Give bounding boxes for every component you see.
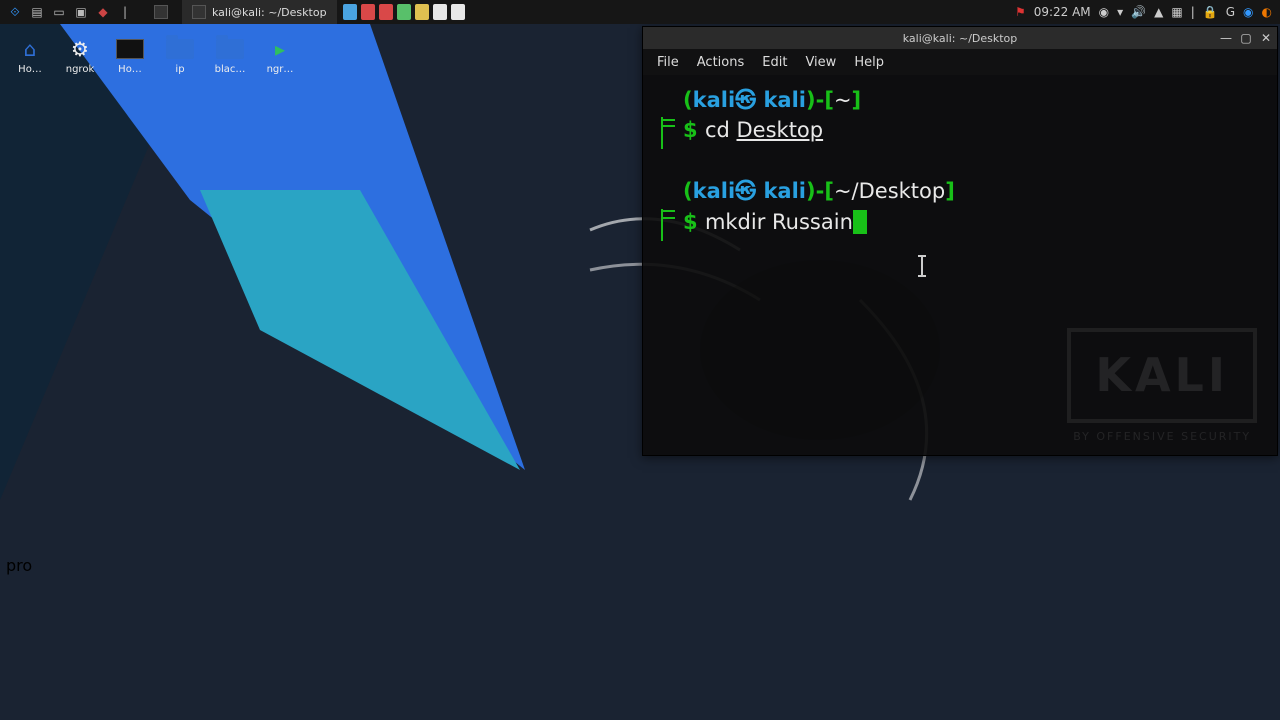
firefox-icon[interactable]: ◐ <box>1262 5 1272 19</box>
menu-view[interactable]: View <box>805 55 836 70</box>
terminal-icon <box>192 5 206 19</box>
window-titlebar[interactable]: kali@kali: ~/Desktop — ▢ ✕ <box>643 27 1277 49</box>
desktop-icon-label: Ho… <box>18 64 42 75</box>
menu-help[interactable]: Help <box>854 55 884 70</box>
desktop-icon[interactable]: ⌂Ho… <box>6 36 54 75</box>
wifi-icon[interactable]: ▾ <box>1117 5 1123 19</box>
record-icon[interactable]: ◉ <box>1099 5 1109 19</box>
terminal-icon <box>154 5 168 19</box>
menu-actions[interactable]: Actions <box>697 55 745 70</box>
window-title: kali@kali: ~/Desktop <box>903 32 1018 45</box>
doc-icon[interactable] <box>397 4 411 20</box>
top-panel: ⟐ ▤ ▭ ▣ ◆ | kali@kali: ~/Desktop ⚑ 09:22… <box>0 0 1280 24</box>
volume-icon[interactable]: 🔊 <box>1131 5 1146 19</box>
system-tray: ⚑ 09:22 AM ◉ ▾ 🔊 ▲ ▦ | 🔒 G ◉ ◐ <box>1007 5 1280 19</box>
lock-icon[interactable]: 🔒 <box>1203 5 1218 19</box>
close-button[interactable]: ✕ <box>1259 31 1273 45</box>
terminal-menubar: File Actions Edit View Help <box>643 49 1277 75</box>
menu-file[interactable]: File <box>657 55 679 70</box>
flag-icon[interactable]: ⚑ <box>1015 5 1026 19</box>
cursor <box>853 210 867 234</box>
menu-edit[interactable]: Edit <box>762 55 787 70</box>
desktop-icon[interactable]: Ho… <box>106 36 154 75</box>
separator-icon: | <box>116 3 134 21</box>
doc-icon[interactable] <box>379 4 393 20</box>
taskbar-entry-active[interactable]: kali@kali: ~/Desktop <box>182 0 337 24</box>
app-icon[interactable]: ◆ <box>94 3 112 21</box>
doc-icon[interactable] <box>415 4 429 20</box>
text-cursor-ibeam <box>921 257 923 275</box>
app-icon[interactable]: ▭ <box>50 3 68 21</box>
desktop-icon-label: Ho… <box>118 64 142 75</box>
desktop-icon[interactable]: ⚙ngrok <box>56 36 104 75</box>
g-icon[interactable]: G <box>1226 5 1235 19</box>
desktop-icon[interactable]: ▸ngr… <box>256 36 304 75</box>
desktop-icon[interactable]: ip <box>156 36 204 75</box>
app-icon[interactable]: ▣ <box>72 3 90 21</box>
doc-icon[interactable] <box>451 4 465 20</box>
doc-icon[interactable] <box>343 4 357 20</box>
apps-icon[interactable]: ▦ <box>1171 5 1182 19</box>
desktop-icon-label: ngr… <box>267 64 294 75</box>
kali-watermark: KALI BY OFFENSIVE SECURITY <box>1067 328 1257 445</box>
kali-menu-icon[interactable]: ⟐ <box>6 3 24 21</box>
minimize-button[interactable]: — <box>1219 31 1233 45</box>
separator-icon: | <box>1191 5 1195 19</box>
panel-doc-icons <box>337 4 471 20</box>
doc-icon[interactable] <box>361 4 375 20</box>
desktop-icon-label: ngrok <box>66 64 95 75</box>
desktop-icon-label: ip <box>175 64 184 75</box>
notification-icon[interactable]: ▲ <box>1154 5 1163 19</box>
maximize-button[interactable]: ▢ <box>1239 31 1253 45</box>
desktop-icon-label: blac… <box>215 64 246 75</box>
globe-icon[interactable]: ◉ <box>1243 5 1253 19</box>
terminal-body[interactable]: (kali㉿ kali)-[~] $ cd Desktop (kali㉿ kal… <box>643 75 1277 455</box>
terminal-window: kali@kali: ~/Desktop — ▢ ✕ File Actions Ed… <box>642 26 1278 456</box>
app-icon[interactable]: ▤ <box>28 3 46 21</box>
taskbar-entry[interactable] <box>144 0 178 24</box>
panel-launchers: ⟐ ▤ ▭ ▣ ◆ | <box>0 3 140 21</box>
desktop-icon-label: pro <box>6 556 32 575</box>
desktop-icons-row: ⌂Ho…⚙ngrok Ho… ip blac… ▸ngr… <box>0 30 310 81</box>
doc-icon[interactable] <box>433 4 447 20</box>
taskbar-label: kali@kali: ~/Desktop <box>212 6 327 19</box>
desktop-icon[interactable]: blac… <box>206 36 254 75</box>
desktop-icon[interactable]: pro <box>6 556 32 575</box>
clock[interactable]: 09:22 AM <box>1034 5 1091 19</box>
